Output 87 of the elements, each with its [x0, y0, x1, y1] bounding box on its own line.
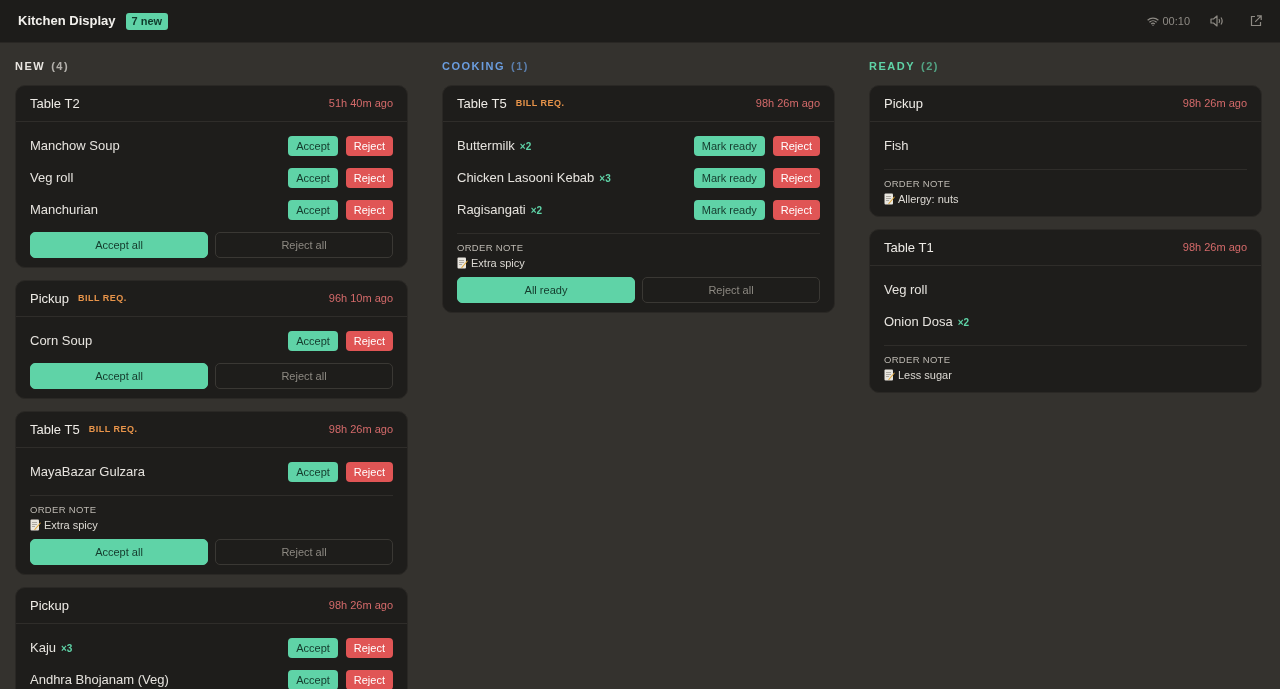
quantity-label: ×2 [530, 203, 543, 218]
accept-button[interactable]: Mark ready [693, 136, 765, 156]
accept-button[interactable]: Accept [288, 136, 338, 156]
quantity-label: ×2 [519, 139, 532, 154]
app-title: Kitchen Display [18, 12, 116, 31]
order-title: Table T5 [30, 420, 80, 439]
memo-icon [30, 519, 41, 531]
bill-request-label: BILL REQ. [515, 96, 565, 110]
order-title: Pickup [30, 596, 70, 615]
memo-icon [457, 257, 468, 269]
accept-button[interactable]: Accept [288, 670, 338, 689]
order-title: Table T1 [884, 238, 934, 257]
item-name: Veg roll [884, 281, 928, 300]
accept-button[interactable]: Accept [288, 200, 338, 220]
order-title: Table T2 [30, 94, 80, 113]
item-name: MayaBazar Gulzara [30, 463, 145, 482]
note-label: ORDER NOTE [30, 503, 98, 517]
elapsed-time: 51h 40m ago [328, 96, 393, 112]
accept-button[interactable]: Mark ready [693, 200, 765, 220]
memo-icon [884, 193, 895, 205]
elapsed-time: 98h 26m ago [1182, 240, 1247, 256]
reject-all-button[interactable]: Reject all [215, 363, 393, 389]
column-count: (1) [511, 59, 529, 74]
item-name: Corn Soup [30, 332, 93, 351]
new-count-badge: 7 new [125, 12, 169, 30]
column-title: COOKING [442, 59, 506, 74]
speaker-icon[interactable] [1210, 15, 1224, 27]
reject-button[interactable]: Reject [772, 168, 820, 188]
column-title: READY [869, 59, 915, 74]
reject-button[interactable]: Reject [345, 638, 393, 658]
order-title: Pickup [884, 94, 924, 113]
elapsed-time: 98h 26m ago [755, 96, 820, 112]
reject-button[interactable]: Reject [345, 670, 393, 689]
accept-button[interactable]: Accept [288, 168, 338, 188]
wifi-icon [1147, 16, 1160, 26]
item-name: Buttermilk [457, 137, 515, 156]
elapsed-time: 96h 10m ago [328, 291, 393, 307]
confirm-all-button[interactable]: Accept all [30, 232, 208, 258]
elapsed-time: 98h 26m ago [328, 598, 393, 614]
item-name: Onion Dosa [884, 313, 953, 332]
item-name: Veg roll [30, 169, 74, 188]
column-count: (2) [921, 59, 939, 74]
reject-button[interactable]: Reject [345, 136, 393, 156]
accept-button[interactable]: Accept [288, 638, 338, 658]
order-title: Pickup [30, 289, 70, 308]
bill-request-label: BILL REQ. [88, 422, 138, 436]
order-note: Allergy: nuts [898, 192, 959, 207]
reject-all-button[interactable]: Reject all [215, 232, 393, 258]
note-label: ORDER NOTE [457, 241, 525, 255]
note-label: ORDER NOTE [884, 177, 952, 191]
item-name: Ragisangati [457, 201, 526, 220]
order-note: Less sugar [898, 368, 952, 383]
elapsed-time: 98h 26m ago [328, 422, 393, 438]
reject-button[interactable]: Reject [345, 462, 393, 482]
confirm-all-button[interactable]: All ready [457, 277, 635, 303]
note-label: ORDER NOTE [884, 353, 952, 367]
elapsed-time: 98h 26m ago [1182, 96, 1247, 112]
confirm-all-button[interactable]: Accept all [30, 539, 208, 565]
reject-all-button[interactable]: Reject all [215, 539, 393, 565]
order-note: Extra spicy [471, 256, 525, 271]
reject-button[interactable]: Reject [345, 200, 393, 220]
item-name: Fish [884, 137, 909, 156]
bill-request-label: BILL REQ. [78, 291, 127, 305]
quantity-label: ×2 [957, 315, 970, 330]
item-name: Andhra Bhojanam (Veg) [30, 671, 169, 689]
quantity-label: ×3 [599, 171, 611, 186]
reject-all-button[interactable]: Reject all [642, 277, 820, 303]
item-name: Manchow Soup [30, 137, 120, 156]
quantity-label: ×3 [61, 641, 73, 656]
confirm-all-button[interactable]: Accept all [30, 363, 208, 389]
reject-button[interactable]: Reject [772, 200, 820, 220]
reject-button[interactable]: Reject [345, 168, 393, 188]
accept-button[interactable]: Accept [288, 331, 338, 351]
item-name: Manchurian [30, 201, 98, 220]
external-link-icon[interactable] [1250, 15, 1262, 27]
accept-button[interactable]: Mark ready [693, 168, 765, 188]
item-name: Chicken Lasooni Kebab [457, 169, 595, 188]
order-note: Extra spicy [44, 518, 98, 533]
column-count: (4) [51, 59, 70, 74]
column-title: NEW [15, 59, 46, 74]
memo-icon [884, 369, 895, 381]
order-title: Table T5 [457, 94, 507, 113]
reject-button[interactable]: Reject [772, 136, 820, 156]
accept-button[interactable]: Accept [288, 462, 338, 482]
item-name: Kaju [30, 639, 57, 658]
reject-button[interactable]: Reject [345, 331, 393, 351]
connection-time: 00:10 [1162, 13, 1190, 29]
